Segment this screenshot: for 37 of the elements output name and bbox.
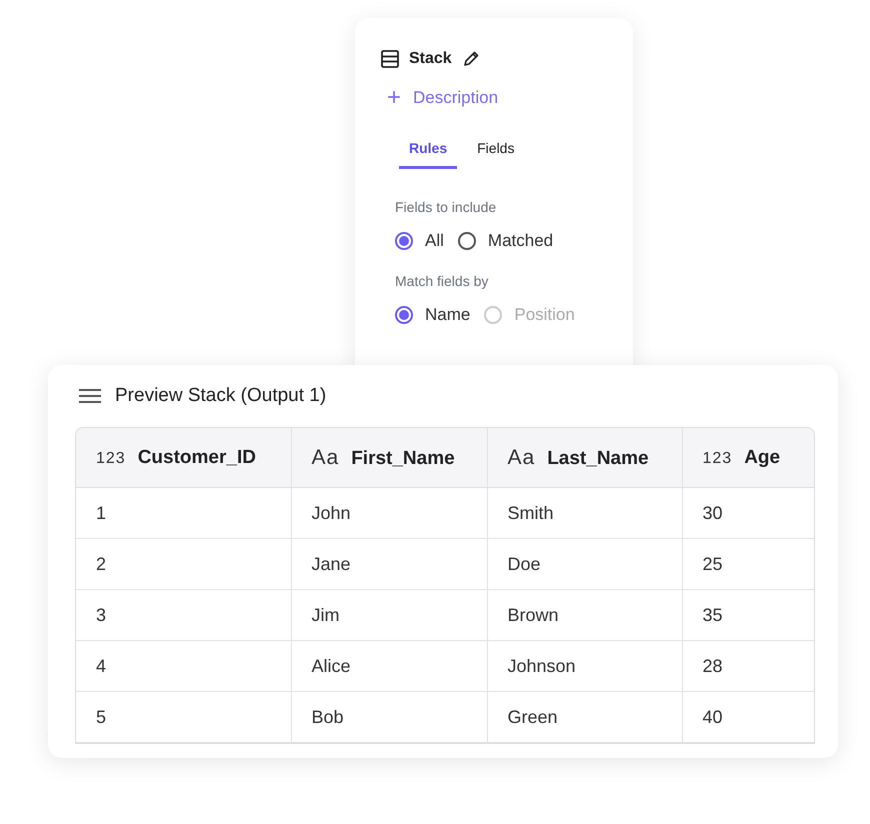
table-cell: 25 [682, 538, 814, 590]
column-header: 123 Age [682, 428, 814, 488]
radio-option[interactable]: Name [395, 305, 470, 325]
table-cell: 4 [76, 640, 291, 692]
table-cell: 35 [682, 590, 814, 640]
tab[interactable]: Fields [467, 132, 524, 169]
table-cell: 2 [76, 538, 291, 590]
node-title: Stack [409, 50, 452, 68]
table-cell: 40 [682, 692, 814, 742]
column-header: 123 Customer_ID [76, 428, 291, 488]
table-cell: 3 [76, 590, 291, 640]
column-header: Aa Last_Name [487, 428, 682, 488]
table-cell: 28 [682, 640, 814, 692]
table-cell: Bob [291, 692, 487, 742]
table-cell: Jim [291, 590, 487, 640]
table-cell: John [291, 488, 487, 538]
group-label: Match fields by [395, 273, 490, 289]
table-cell: 1 [76, 488, 291, 538]
table-cell: Brown [487, 590, 682, 640]
table-cell: Doe [487, 538, 682, 590]
table-cell: Johnson [487, 640, 682, 692]
tab[interactable]: Rules [399, 132, 458, 169]
add-description-button[interactable]: + Description [387, 86, 498, 110]
table-cell: Green [487, 692, 682, 742]
stack-icon [381, 50, 399, 68]
edit-icon[interactable] [462, 50, 480, 68]
radio-option[interactable]: Matched [458, 231, 554, 251]
menu-icon[interactable] [79, 388, 101, 404]
group-label: Fields to include [395, 199, 498, 215]
table-cell: Jane [291, 538, 487, 590]
table-cell: Alice [291, 640, 487, 692]
table-cell: 30 [682, 488, 814, 538]
radio-option[interactable]: All [395, 231, 444, 251]
column-header: Aa First_Name [291, 428, 487, 488]
table-cell: Smith [487, 488, 682, 538]
table-cell: 5 [76, 692, 291, 742]
preview-title: Preview Stack (Output 1) [115, 385, 326, 407]
